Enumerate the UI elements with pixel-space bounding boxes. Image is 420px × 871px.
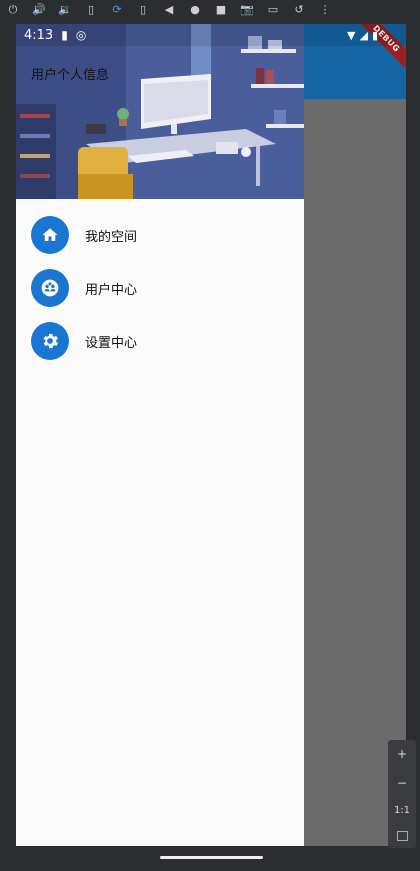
emulator-toolbar: ⏻ 🔊 🔉 ▯ ⟳ ▯ ◀ ● ■ 📷 ▭ ↺ ⋮ bbox=[0, 0, 420, 18]
drawer-header: 用户个人信息 bbox=[16, 24, 304, 199]
menu-item-user-center[interactable]: 用户中心 bbox=[31, 269, 291, 307]
signal-icon: ◢ bbox=[359, 28, 368, 42]
zoom-panel: + − 1:1 bbox=[388, 740, 416, 848]
zoom-in-button[interactable]: + bbox=[397, 747, 407, 761]
back-icon[interactable]: ◀ bbox=[156, 0, 182, 18]
menu-item-label: 设置中心 bbox=[85, 335, 138, 351]
status-time: 4:13 bbox=[24, 27, 54, 43]
rotate-left-icon[interactable]: ▯ bbox=[78, 0, 104, 18]
menu-item-my-space[interactable]: 我的空间 bbox=[31, 216, 291, 254]
battery-icon: ▮ bbox=[371, 28, 378, 42]
status-right-icons: ▼ ◢ ▮ bbox=[347, 29, 378, 42]
menu-item-label: 用户中心 bbox=[85, 282, 138, 298]
status-bar: 4:13 ▮ ◎ ▼ ◢ ▮ bbox=[16, 24, 406, 46]
gesture-handle[interactable] bbox=[160, 856, 263, 859]
settings-icon bbox=[31, 322, 69, 360]
sd-card-icon: ▮ bbox=[61, 28, 68, 42]
header-illustration bbox=[16, 24, 304, 199]
zoom-out-button[interactable]: − bbox=[397, 776, 407, 790]
fit-screen-icon[interactable] bbox=[396, 830, 408, 841]
volume-down-icon[interactable]: 🔉 bbox=[52, 0, 78, 18]
volume-up-icon[interactable]: 🔊 bbox=[26, 0, 52, 18]
device-screen: DEBUG 用户个人信息 我的空间 用户中心 设置中心 4:13 ▮ ◎ ▼ ◢… bbox=[16, 24, 406, 846]
more-icon[interactable]: ⋮ bbox=[312, 0, 338, 18]
undo-icon[interactable]: ↺ bbox=[286, 0, 312, 18]
menu-item-label: 我的空间 bbox=[85, 229, 138, 245]
overview-icon[interactable]: ■ bbox=[208, 0, 234, 18]
wifi-icon: ▼ bbox=[347, 28, 356, 42]
drawer-header-title: 用户个人信息 bbox=[31, 68, 110, 83]
menu-item-settings-center[interactable]: 设置中心 bbox=[31, 322, 291, 360]
navigation-drawer: 用户个人信息 我的空间 用户中心 设置中心 bbox=[16, 24, 304, 846]
zoom-reset-button[interactable]: 1:1 bbox=[394, 805, 410, 816]
users-icon bbox=[31, 269, 69, 307]
home-icon[interactable]: ● bbox=[182, 0, 208, 18]
sync-icon: ◎ bbox=[75, 28, 87, 42]
rotate-icon[interactable]: ▯ bbox=[130, 0, 156, 18]
rotate-right-icon[interactable]: ⟳ bbox=[104, 0, 130, 18]
camera-icon[interactable]: 📷 bbox=[234, 0, 260, 18]
screen-record-icon[interactable]: ▭ bbox=[260, 0, 286, 18]
power-icon[interactable]: ⏻ bbox=[0, 0, 26, 18]
home-icon bbox=[31, 216, 69, 254]
